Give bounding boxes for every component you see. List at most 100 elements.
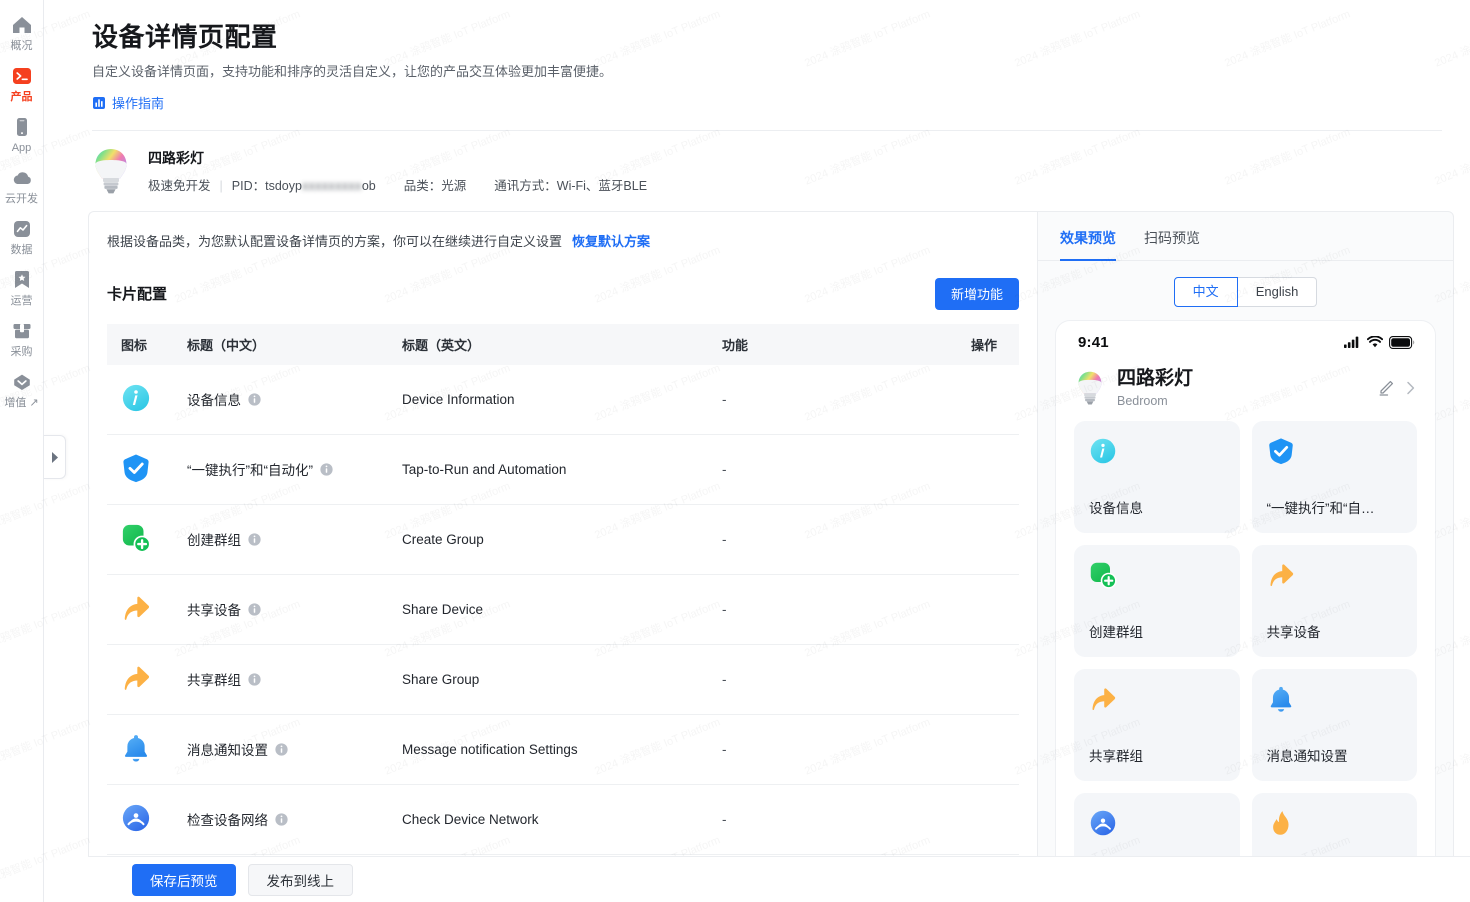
row-icon-cell <box>107 784 179 855</box>
table-row[interactable]: 检查设备网络 Check Device Network - <box>107 784 1019 855</box>
preview-card[interactable]: 共享群组 <box>1074 668 1240 781</box>
sidebar-collapse-handle[interactable] <box>44 435 66 479</box>
operation-guide-link[interactable]: 操作指南 <box>92 93 164 112</box>
row-title-zh: 检查设备网络 <box>187 813 268 828</box>
rail-item-7[interactable]: 增值 ↗ <box>0 365 44 414</box>
preview-card[interactable]: 共享设备 <box>1251 544 1417 657</box>
row-icon-cell <box>107 434 179 505</box>
home-icon <box>12 17 31 33</box>
table-row[interactable]: “一键执行”和“自动化” Tap-to-Run and Automation - <box>107 434 1019 505</box>
lang-option-0[interactable]: 中文 <box>1173 276 1238 307</box>
rail-item-label: App <box>11 142 32 154</box>
star-badge-icon <box>14 271 29 288</box>
table-row[interactable]: 共享群组 Share Group - <box>107 644 1019 715</box>
info-circle-icon <box>121 384 151 416</box>
share-arrow-icon <box>1270 563 1293 586</box>
chevron-right-icon <box>51 451 58 463</box>
row-title-zh-cell: 设备信息 <box>179 364 394 435</box>
info-tooltip-icon[interactable] <box>248 602 261 616</box>
rail-item-5[interactable]: 运营 <box>0 263 44 312</box>
product-comm-label: 通讯方式： <box>494 178 557 193</box>
row-title-zh: 共享设备 <box>187 603 241 618</box>
cloud-icon <box>13 172 31 184</box>
row-function: - <box>714 644 894 715</box>
preview-tab-1[interactable]: 扫码预览 <box>1144 212 1200 260</box>
info-tooltip-icon[interactable] <box>248 392 261 406</box>
rail-item-4[interactable]: 数据 <box>0 212 44 261</box>
wifi-icon <box>1367 336 1383 348</box>
page-header: 设备详情页配置 自定义设备详情页面，支持功能和排序的灵活自定义，让您的产品交互体… <box>44 0 1470 131</box>
edit-pencil-icon[interactable] <box>1377 379 1395 397</box>
share-arrow-icon <box>124 666 150 690</box>
row-operation[interactable] <box>894 434 1019 505</box>
table-row[interactable]: 设备信息 Device Information - <box>107 364 1019 435</box>
chevron-right-icon[interactable] <box>1405 379 1417 397</box>
row-title-zh: “一键执行”和“自动化” <box>187 463 313 478</box>
check-badge-icon <box>121 454 151 486</box>
table-row[interactable]: 消息通知设置 Message notification Settings - <box>107 714 1019 785</box>
row-title-en: Share Group <box>394 644 714 715</box>
card-config-header: 卡片配置 新增功能 <box>107 277 1019 310</box>
info-tooltip-icon[interactable] <box>275 742 288 756</box>
info-tooltip-icon[interactable] <box>248 392 261 406</box>
publish-button[interactable]: 发布到线上 <box>247 863 353 896</box>
row-operation[interactable] <box>894 504 1019 575</box>
table-row[interactable]: 创建群组 Create Group - <box>107 504 1019 575</box>
preview-card-label: “一键执行”和“自… <box>1266 500 1375 516</box>
restore-default-link[interactable]: 恢复默认方案 <box>572 234 650 249</box>
info-tooltip-icon[interactable] <box>275 812 288 826</box>
row-operation[interactable] <box>894 644 1019 715</box>
terminal-icon <box>11 65 33 87</box>
rail-item-0[interactable]: 概况 <box>0 8 44 57</box>
document-icon <box>93 96 105 109</box>
info-tooltip-icon[interactable] <box>248 532 261 546</box>
network-signal-icon <box>1089 809 1225 842</box>
row-operation[interactable] <box>894 714 1019 785</box>
create-group-icon <box>122 524 151 553</box>
left-nav-rail: 概况产品 App 云开发 数据 运营 采购 增值 ↗ <box>0 0 44 902</box>
info-tooltip-icon[interactable] <box>320 462 333 476</box>
lang-option-1[interactable]: English <box>1237 276 1318 307</box>
rail-item-3[interactable]: 云开发 <box>0 161 44 210</box>
flame-icon <box>1272 810 1289 835</box>
info-tooltip-icon[interactable] <box>320 462 333 476</box>
cellular-icon <box>1344 336 1359 348</box>
save-and-preview-button[interactable]: 保存后预览 <box>132 863 236 896</box>
preview-card-label: 共享群组 <box>1089 748 1143 764</box>
info-tooltip-icon[interactable] <box>275 742 288 756</box>
rail-item-1[interactable]: 产品 <box>0 59 44 108</box>
product-meta: 极速免开发 | PID： tsdoyp xxxxxxxxx ob 品类： 光源 通讯… <box>148 178 647 194</box>
rail-item-2[interactable]: App <box>0 110 44 159</box>
info-circle-icon <box>122 384 150 411</box>
preview-device-room: Bedroom <box>1117 393 1168 408</box>
cloud-icon <box>11 167 33 189</box>
table-body: 设备信息 Device Information - “一键执行”和“自动化” Tap-t… <box>107 364 1019 902</box>
rail-item-6[interactable]: 采购 <box>0 314 44 363</box>
preview-card[interactable]: “一键执行”和“自… <box>1251 420 1417 533</box>
info-tooltip-icon[interactable] <box>275 812 288 826</box>
row-operation[interactable] <box>894 364 1019 435</box>
preview-tab-0[interactable]: 效果预览 <box>1060 212 1116 261</box>
col-function: 功能 <box>714 323 894 365</box>
info-tooltip-icon[interactable] <box>248 672 261 686</box>
row-function: - <box>714 714 894 785</box>
preview-tabs: 效果预览 扫码预览 <box>1038 212 1453 261</box>
preview-card[interactable]: 设备信息 <box>1074 420 1240 533</box>
add-feature-button[interactable]: 新增功能 <box>934 277 1019 310</box>
status-time: 9:41 <box>1078 333 1109 351</box>
create-group-icon <box>121 524 151 556</box>
preview-panel: 效果预览 扫码预览 中文 English 9:41 四路彩灯 Bedroom 设… <box>1037 210 1454 902</box>
table-row[interactable]: 共享设备 Share Device - <box>107 574 1019 645</box>
rail-item-label: 概况 <box>10 40 33 52</box>
chart-icon <box>13 221 30 237</box>
info-tooltip-icon[interactable] <box>248 532 261 546</box>
row-operation[interactable] <box>894 574 1019 645</box>
row-operation[interactable] <box>894 784 1019 855</box>
info-tooltip-icon[interactable] <box>248 602 261 616</box>
row-title-zh-cell: 创建群组 <box>179 504 394 575</box>
info-tooltip-icon[interactable] <box>248 672 261 686</box>
check-badge-icon <box>123 454 149 482</box>
preview-card[interactable]: 创建群组 <box>1074 544 1240 657</box>
preview-card[interactable]: 消息通知设置 <box>1251 668 1417 781</box>
rgb-bulb-icon <box>92 147 130 195</box>
